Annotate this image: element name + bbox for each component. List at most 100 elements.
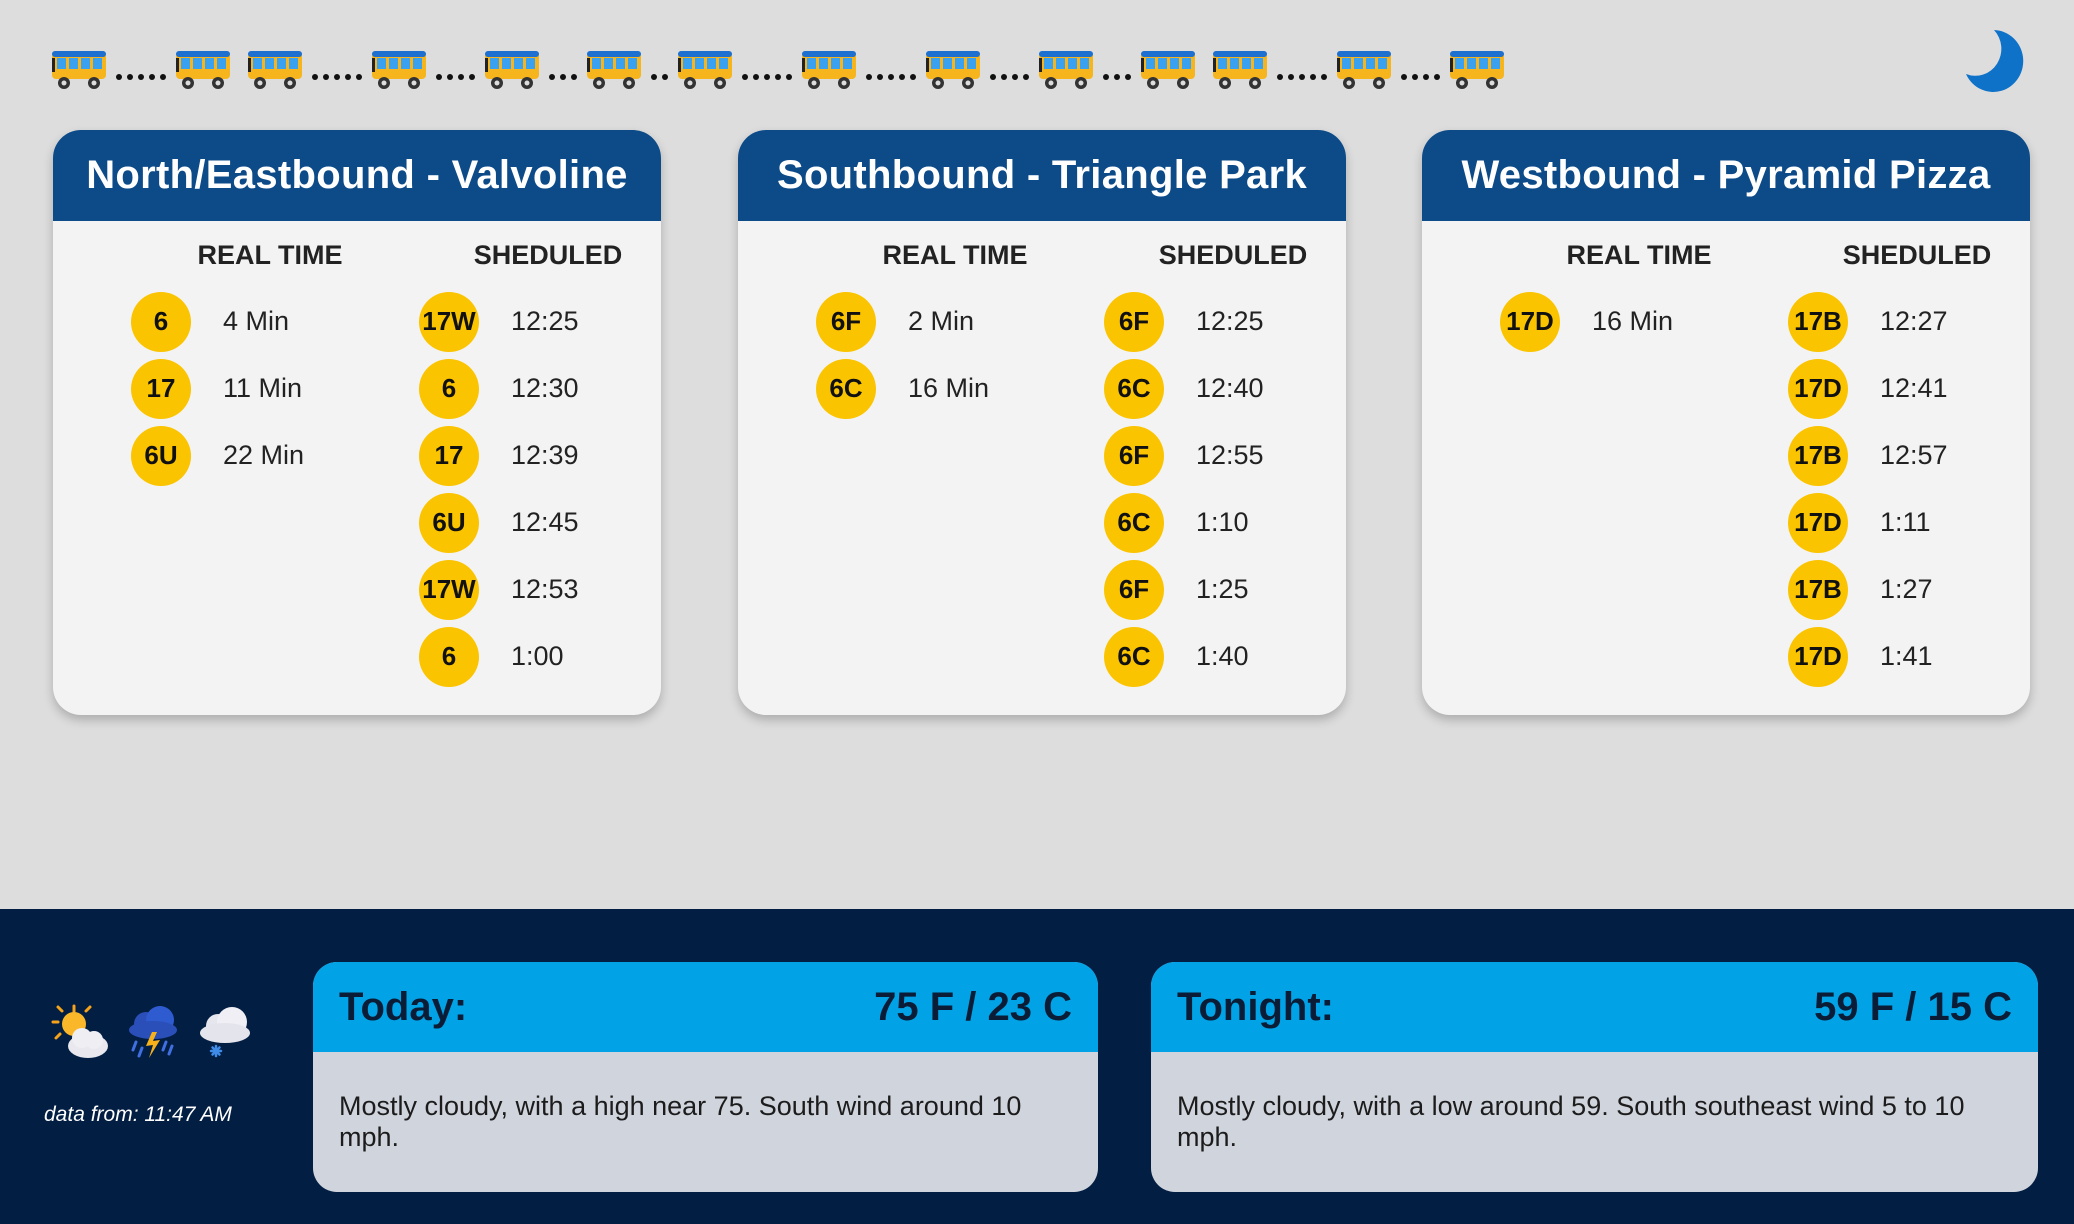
bus-ticker (50, 45, 1520, 95)
time-text: 12:40 (1196, 373, 1264, 403)
route-badge: 6C (1104, 358, 1164, 419)
ticker-dots (116, 60, 166, 80)
bus-icon (174, 47, 232, 93)
bus-icon (1037, 47, 1095, 93)
route-badge: 17B (1788, 291, 1848, 352)
time-text: 12:53 (511, 574, 579, 604)
scheduled-list: 17W 12:25 6 12:30 17 12:39 6U 12:45 17W … (419, 288, 579, 690)
eta-text: 4 Min (223, 306, 290, 336)
stop-title: Southbound - Triangle Park (738, 130, 1346, 221)
data-timestamp: data from: 11:47 AM (44, 1103, 232, 1126)
route-badge: 17D (1788, 626, 1848, 687)
route-badge: 6C (1104, 626, 1164, 687)
route-badge: 6F (1104, 559, 1164, 620)
route-badge: 17 (419, 425, 479, 486)
time-text: 1:40 (1196, 641, 1249, 671)
time-text: 12:57 (1880, 440, 1948, 470)
ticker-dots (1103, 60, 1131, 80)
scheduled-row: 17D 1:11 (1788, 489, 1948, 556)
bus-icon (483, 47, 541, 93)
realtime-header: REAL TIME (197, 240, 343, 270)
route-badge: 17W (419, 291, 479, 352)
scheduled-row: 6C 12:40 (1104, 355, 1264, 422)
ticker-dots (651, 60, 668, 80)
bus-icon (246, 47, 304, 93)
stop-card-southbound: Southbound - Triangle Park REAL TIME SHE… (738, 130, 1346, 715)
stop-title: Westbound - Pyramid Pizza (1422, 130, 2030, 221)
weather-card-today: Today: 75 F / 23 C Mostly cloudy, with a… (313, 962, 1098, 1192)
route-badge: 17 (131, 358, 191, 419)
weather-card-header: Tonight: 59 F / 15 C (1151, 962, 2038, 1052)
partly-cloudy-sun-icon (51, 1004, 108, 1058)
scheduled-row: 6F 12:25 (1104, 288, 1264, 355)
thunderstorm-rain-icon (129, 1006, 177, 1058)
route-badge: 17W (419, 559, 479, 620)
time-text: 1:11 (1880, 507, 1931, 537)
route-badge: 6F (1104, 291, 1164, 352)
scheduled-header: SHEDULED (473, 240, 623, 270)
stop-card-northeastbound: North/Eastbound - Valvoline REAL TIME SH… (53, 130, 661, 715)
scheduled-row: 17W 12:53 (419, 556, 579, 623)
stop-title: North/Eastbound - Valvoline (53, 130, 661, 221)
scheduled-row: 17D 1:41 (1788, 623, 1948, 690)
moon-phase-icon (1966, 30, 2024, 92)
realtime-row: 17D 16 Min (1500, 288, 1673, 355)
forecast-text: Mostly cloudy, with a high near 75. Sout… (339, 1091, 1022, 1152)
weather-card-tonight: Tonight: 59 F / 15 C Mostly cloudy, with… (1151, 962, 2038, 1192)
scheduled-row: 17 12:39 (419, 422, 579, 489)
period-label: Today: (339, 984, 468, 1029)
route-badge: 17D (1500, 291, 1560, 352)
route-badge: 6 (419, 626, 479, 687)
stop-card-westbound: Westbound - Pyramid Pizza REAL TIME SHED… (1422, 130, 2030, 715)
temperature: 75 F / 23 C (874, 984, 1072, 1029)
realtime-header: REAL TIME (1566, 240, 1712, 270)
realtime-row: 6C 16 Min (816, 355, 989, 422)
bus-icon (50, 47, 108, 93)
eta-text: 11 Min (223, 373, 303, 403)
scheduled-row: 6C 1:10 (1104, 489, 1264, 556)
route-badge: 6U (419, 492, 479, 553)
ticker-dots (1277, 60, 1327, 80)
ticker-dots (1401, 60, 1440, 80)
temperature: 59 F / 15 C (1814, 984, 2012, 1029)
bus-icon (1335, 47, 1393, 93)
scheduled-header: SHEDULED (1842, 240, 1992, 270)
realtime-row: 17 11 Min (131, 355, 304, 422)
ticker-dots (312, 60, 362, 80)
bus-icon (1139, 47, 1197, 93)
route-badge: 17B (1788, 559, 1848, 620)
route-badge: 6F (816, 291, 876, 352)
realtime-list: 6 4 Min 17 11 Min 6U 22 Min (131, 288, 304, 489)
realtime-list: 6F 2 Min 6C 16 Min (816, 288, 989, 422)
realtime-list: 17D 16 Min (1500, 288, 1673, 355)
scheduled-list: 6F 12:25 6C 12:40 6F 12:55 6C 1:10 6F 1:… (1104, 288, 1264, 690)
time-text: 1:41 (1880, 641, 1933, 671)
ticker-dots (990, 60, 1029, 80)
route-badge: 6U (131, 425, 191, 486)
time-text: 12:25 (1196, 306, 1264, 336)
realtime-row: 6F 2 Min (816, 288, 989, 355)
scheduled-row: 17B 12:57 (1788, 422, 1948, 489)
eta-text: 22 Min (223, 440, 305, 470)
scheduled-row: 6F 12:55 (1104, 422, 1264, 489)
scheduled-row: 6 12:30 (419, 355, 579, 422)
route-badge: 6 (131, 291, 191, 352)
bus-icon (924, 47, 982, 93)
scheduled-row: 17B 1:27 (1788, 556, 1948, 623)
time-text: 1:00 (511, 641, 564, 671)
bus-icon (370, 47, 428, 93)
route-badge: 17D (1788, 358, 1848, 419)
bus-icon (585, 47, 643, 93)
scheduled-row: 17B 12:27 (1788, 288, 1948, 355)
route-badge: 6C (1104, 492, 1164, 553)
realtime-header: REAL TIME (882, 240, 1028, 270)
realtime-row: 6U 22 Min (131, 422, 304, 489)
route-badge: 6 (419, 358, 479, 419)
ticker-dots (742, 60, 792, 80)
bus-icon (800, 47, 858, 93)
snow-cloud-icon (200, 1007, 250, 1058)
bus-icon (1211, 47, 1269, 93)
realtime-row: 6 4 Min (131, 288, 304, 355)
time-text: 12:27 (1880, 306, 1948, 336)
time-text: 1:10 (1196, 507, 1249, 537)
